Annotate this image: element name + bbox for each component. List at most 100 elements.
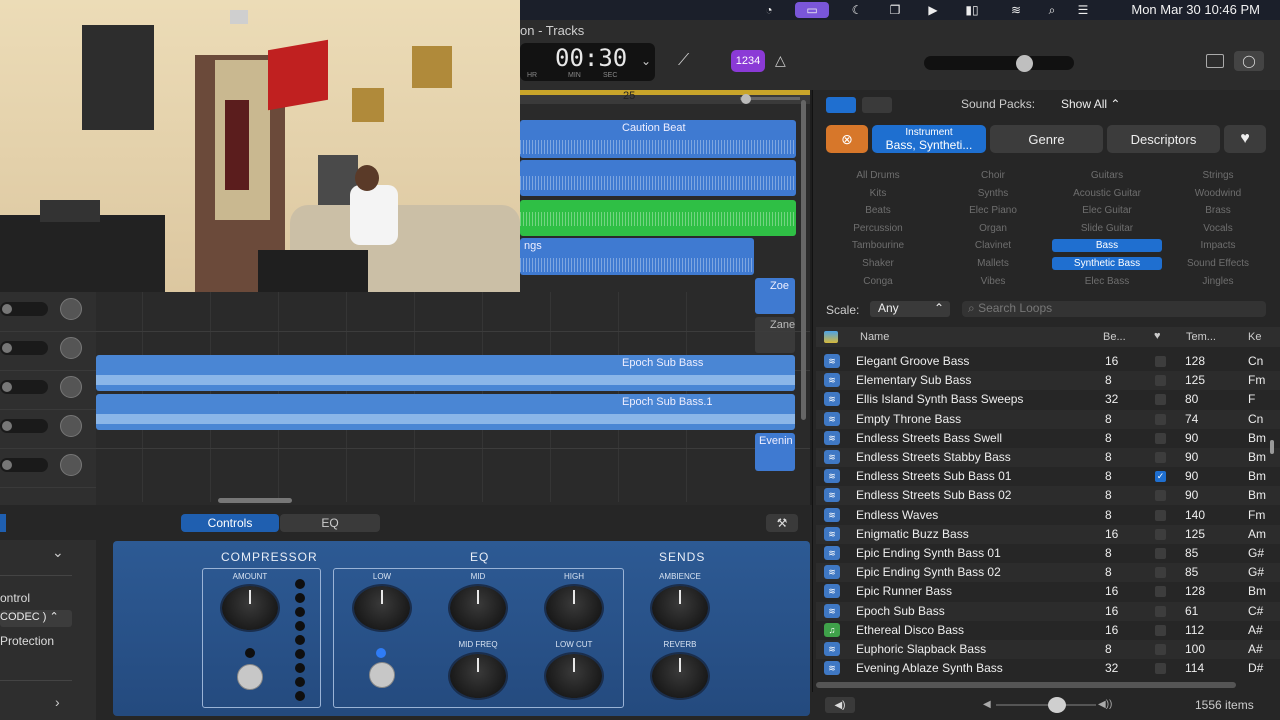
list-scrollbar[interactable] bbox=[1270, 440, 1274, 454]
search-icon[interactable]: ⌕ bbox=[1043, 2, 1061, 18]
col-favorite-heart-icon[interactable]: ♥ bbox=[1154, 330, 1161, 342]
loop-row[interactable]: ≋ Ellis Island Synth Bass Sweeps 32 80 F bbox=[816, 390, 1280, 409]
wrench-icon[interactable]: ⚒ bbox=[766, 514, 798, 532]
region-evenin[interactable]: Evenin bbox=[755, 433, 795, 471]
region-audio-2[interactable] bbox=[520, 160, 796, 196]
cycle-bar[interactable] bbox=[520, 90, 810, 95]
moon-icon[interactable]: ☾ bbox=[848, 2, 866, 18]
search-loops-input[interactable]: ⌕ Search Loops bbox=[962, 301, 1266, 317]
vertical-scrollbar[interactable] bbox=[801, 100, 806, 420]
loop-row[interactable]: ≋ Endless Streets Sub Bass 02 8 90 Bm bbox=[816, 486, 1280, 506]
col-tempo[interactable]: Tem... bbox=[1186, 331, 1216, 343]
track-header[interactable] bbox=[0, 370, 96, 410]
region-zoe[interactable]: Zoe bbox=[755, 278, 795, 314]
codec-select[interactable]: CODEC ) ⌃ bbox=[0, 610, 72, 627]
col-key[interactable]: Ke bbox=[1248, 331, 1261, 343]
low-cut-knob[interactable] bbox=[546, 654, 602, 698]
loop-row[interactable]: ≋ Epic Runner Bass 16 128 Bm bbox=[816, 582, 1280, 601]
keyword-button[interactable]: Elec Bass bbox=[1052, 275, 1162, 288]
loop-row[interactable]: ≋ Enigmatic Buzz Bass 16 125 Am bbox=[816, 524, 1280, 544]
loop-row[interactable]: ≋ Euphoric Slapback Bass 8 100 A# bbox=[816, 640, 1280, 659]
speaker-icon[interactable]: ◀) bbox=[825, 697, 855, 713]
col-name[interactable]: Name bbox=[860, 331, 889, 343]
favorite-checkbox[interactable] bbox=[1155, 413, 1166, 425]
track-toggle[interactable] bbox=[0, 302, 48, 316]
keyword-button[interactable]: Jingles bbox=[1163, 275, 1273, 288]
loop-row[interactable]: ≋ Epic Ending Synth Bass 01 8 85 G# bbox=[816, 544, 1280, 563]
keyword-button[interactable]: Vibes bbox=[938, 275, 1048, 288]
favorite-checkbox[interactable] bbox=[1155, 509, 1166, 521]
favorite-checkbox[interactable] bbox=[1155, 452, 1166, 463]
keyword-button[interactable]: Bass bbox=[1052, 239, 1162, 253]
keyword-button[interactable]: Slide Guitar bbox=[1052, 222, 1162, 235]
keyword-button[interactable]: Beats bbox=[823, 204, 933, 217]
keyword-button[interactable]: Woodwind bbox=[1163, 187, 1273, 200]
favorite-checkbox[interactable]: ✓ bbox=[1155, 471, 1166, 483]
lcd-chevron-icon[interactable]: ⌄ bbox=[641, 54, 651, 68]
notepad-icon[interactable] bbox=[1206, 54, 1224, 68]
track-header[interactable] bbox=[0, 292, 96, 332]
tab-eq[interactable]: EQ bbox=[280, 514, 380, 532]
reset-filter-button[interactable]: ⊗ bbox=[826, 125, 868, 153]
loop-row[interactable]: ≋ Endless Streets Stabby Bass 8 90 Bm bbox=[816, 448, 1280, 467]
keyword-button[interactable]: Tambourine bbox=[823, 239, 933, 252]
compressor-switch[interactable] bbox=[237, 664, 263, 690]
window-icon[interactable]: ❐ bbox=[886, 2, 904, 18]
keyword-button[interactable]: Conga bbox=[823, 275, 933, 288]
favorite-checkbox[interactable] bbox=[1155, 490, 1166, 502]
keyword-button[interactable]: Elec Piano bbox=[938, 204, 1048, 217]
column-view-icon[interactable] bbox=[862, 97, 892, 113]
count-in-button[interactable]: 1234 bbox=[731, 50, 765, 72]
keyword-button[interactable]: Mallets bbox=[938, 257, 1048, 270]
master-volume-knob[interactable] bbox=[1016, 55, 1033, 72]
keyword-button[interactable]: Organ bbox=[938, 222, 1048, 235]
favorite-checkbox[interactable] bbox=[1155, 663, 1166, 675]
favorite-checkbox[interactable] bbox=[1155, 644, 1166, 655]
favorite-checkbox[interactable] bbox=[1155, 586, 1166, 598]
mid-knob[interactable] bbox=[450, 586, 506, 630]
region-ngs[interactable]: ngs bbox=[520, 238, 754, 275]
tab-controls[interactable]: Controls bbox=[181, 514, 279, 532]
region-midi-drums[interactable] bbox=[520, 200, 796, 236]
mid-freq-knob[interactable] bbox=[450, 654, 506, 698]
preview-volume-knob[interactable] bbox=[1048, 697, 1066, 713]
col-beats[interactable]: Be... bbox=[1103, 331, 1126, 343]
keyword-button[interactable]: Kits bbox=[823, 187, 933, 200]
keyword-button[interactable]: Sound Effects bbox=[1163, 257, 1273, 270]
track-header[interactable] bbox=[0, 409, 96, 449]
loop-row[interactable]: ≋ Endless Waves 8 140 Fm bbox=[816, 506, 1280, 525]
horizontal-scrollbar[interactable] bbox=[218, 498, 292, 503]
descriptors-button[interactable]: Descriptors bbox=[1107, 125, 1220, 153]
region-caution-beat[interactable]: Caution Beat bbox=[520, 120, 796, 158]
list-horizontal-scrollbar[interactable] bbox=[816, 682, 1236, 688]
track-toggle[interactable] bbox=[0, 380, 48, 394]
track-pan-knob[interactable] bbox=[60, 415, 82, 437]
track-pan-knob[interactable] bbox=[60, 376, 82, 398]
keyword-button[interactable]: Shaker bbox=[823, 257, 933, 270]
favorite-checkbox[interactable] bbox=[1155, 432, 1166, 444]
region-zane[interactable]: Zane bbox=[755, 317, 795, 353]
favorite-checkbox[interactable] bbox=[1155, 375, 1166, 387]
favorite-checkbox[interactable] bbox=[1155, 624, 1166, 636]
track-toggle[interactable] bbox=[0, 341, 48, 355]
favorites-heart-icon[interactable]: ♥ bbox=[1224, 125, 1266, 153]
loop-row[interactable]: ≋ Endless Streets Bass Swell 8 90 Bm bbox=[816, 429, 1280, 448]
menu-clock[interactable]: Mon Mar 30 10:46 PM bbox=[1131, 2, 1260, 17]
loop-row[interactable]: ≋ Elementary Sub Bass 8 125 Fm bbox=[816, 371, 1280, 391]
keyword-button[interactable]: Percussion bbox=[823, 222, 933, 235]
loop-browser-icon[interactable]: ◯ bbox=[1234, 51, 1264, 71]
keyword-button[interactable]: Synths bbox=[938, 187, 1048, 200]
favorite-checkbox[interactable] bbox=[1155, 548, 1166, 559]
track-pan-knob[interactable] bbox=[60, 337, 82, 359]
loop-row[interactable]: ≋ Endless Streets Sub Bass 01 8 90 Bm ✓ bbox=[816, 467, 1280, 486]
track-header[interactable] bbox=[0, 448, 96, 488]
favorite-checkbox[interactable] bbox=[1155, 356, 1166, 367]
keyword-button[interactable]: Clavinet bbox=[938, 239, 1048, 252]
eq-switch[interactable] bbox=[369, 662, 395, 688]
keyword-button[interactable]: Impacts bbox=[1163, 239, 1273, 252]
sound-packs-select[interactable]: Show All ⌃ bbox=[1061, 97, 1120, 111]
region-epoch-sub-bass[interactable]: Epoch Sub Bass bbox=[96, 355, 795, 391]
keyword-button[interactable]: Choir bbox=[938, 169, 1048, 182]
scale-select[interactable]: Any ⌃ bbox=[870, 301, 950, 317]
button-view-icon[interactable] bbox=[826, 97, 856, 113]
